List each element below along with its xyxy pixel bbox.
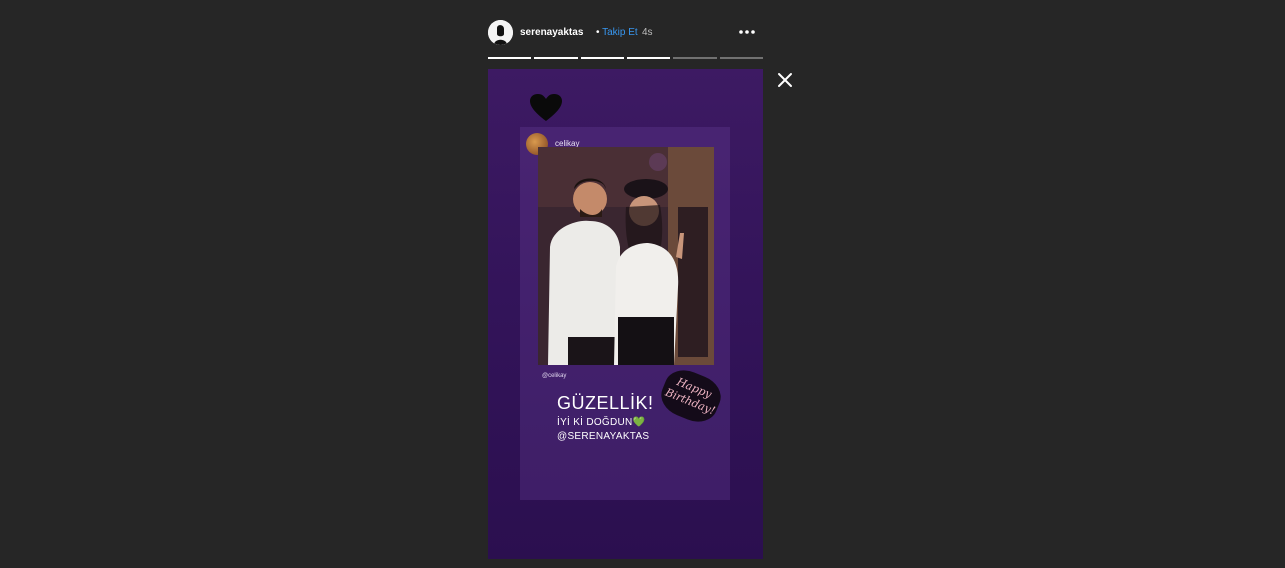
progress-segment [488,57,532,59]
story-progress [488,57,763,59]
progress-segment [719,57,763,59]
story-header: serenayaktas • Takip Et 4s [488,19,763,49]
close-icon[interactable] [776,71,794,89]
more-dots-icon[interactable] [737,23,757,41]
caption-line-1: İYİ Kİ DOĞDUN💚 [557,417,646,428]
follow-button[interactable]: • Takip Et [596,27,638,38]
black-heart-icon [529,93,563,123]
shared-post-card[interactable]: celikay @celikay GÜZELLİK! İYİ Kİ DOĞDUN… [520,127,730,500]
progress-segment [626,57,671,59]
progress-segment [534,57,578,59]
shared-post-photo [538,147,714,365]
mention-tag[interactable]: @celikay [542,373,566,379]
follow-separator: • [596,27,600,38]
username[interactable]: serenayaktas [520,27,583,38]
follow-label[interactable]: Takip Et [602,27,638,38]
time-ago: 4s [642,27,653,38]
caption-mention[interactable]: @SERENAYAKTAS [557,431,687,442]
progress-segment [580,57,624,59]
user-avatar[interactable] [488,20,513,45]
story-media[interactable]: celikay @celikay GÜZELLİK! İYİ Kİ DOĞDUN… [488,69,763,559]
progress-segment [673,57,717,59]
